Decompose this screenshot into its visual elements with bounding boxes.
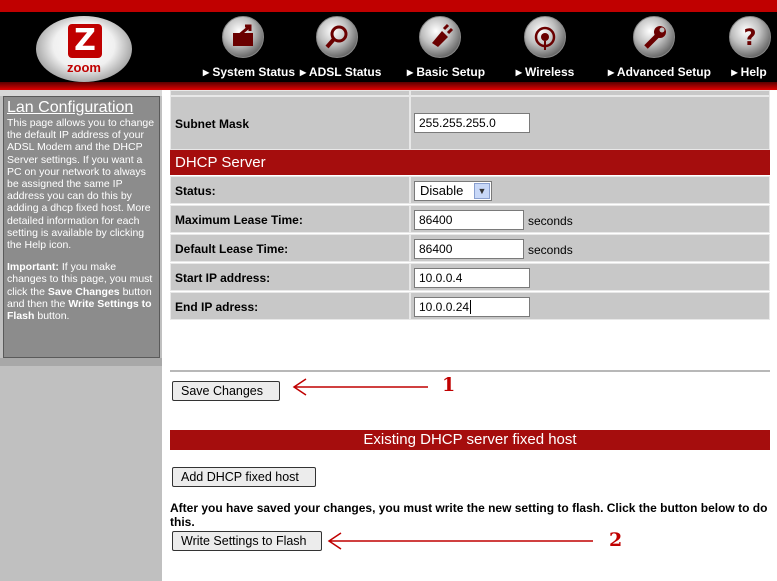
max-lease-label: Maximum Lease Time: — [170, 205, 410, 233]
fixed-host-title: Existing DHCP server fixed host — [363, 431, 577, 448]
status-label: Status: — [170, 176, 410, 204]
start-ip-row: Start IP address: 10.0.0.4 — [170, 263, 770, 292]
logo-letter: Z — [68, 24, 102, 58]
status-row: Status: Disable ▼ — [170, 176, 770, 205]
nav-label: ▸ System Status — [203, 65, 296, 79]
max-lease-row: Maximum Lease Time: 86400 seconds — [170, 205, 770, 234]
annotation-marker-1: 1 — [442, 374, 456, 396]
nav-help[interactable]: ? ▸ Help — [729, 16, 771, 80]
folder-arrow-icon — [222, 16, 264, 58]
save-changes-button[interactable]: Save Changes — [172, 381, 280, 401]
default-lease-row: Default Lease Time: 86400 seconds — [170, 234, 770, 263]
end-ip-row: End IP adress: 10.0.0.24 — [170, 292, 770, 321]
subnet-mask-input[interactable]: 255.255.255.0 — [414, 113, 530, 133]
nav-wireless[interactable]: ▸ Wireless — [513, 16, 577, 80]
question-icon: ? — [729, 16, 771, 58]
magnifier-icon — [316, 16, 358, 58]
logo-text: zoom — [67, 60, 101, 75]
subnet-mask-row: Subnet Mask 255.255.255.0 — [170, 96, 770, 150]
nav-system-status[interactable]: ▸ System Status — [203, 16, 296, 80]
text-cursor — [470, 300, 472, 314]
important-text: button. — [34, 310, 70, 323]
end-ip-value: 10.0.0.24 — [419, 300, 470, 314]
status-value: Disable — [420, 183, 464, 198]
important-label: Important: — [7, 261, 59, 274]
nav-advanced-setup[interactable]: ▸ Advanced Setup — [608, 16, 711, 80]
wireless-icon — [524, 16, 566, 58]
annotation-marker-2: 2 — [609, 529, 623, 551]
nav-label: ▸ Basic Setup — [407, 65, 486, 79]
nav-label: ▸ ADSL Status — [300, 65, 382, 79]
divider — [170, 370, 770, 372]
sidebar-intro: This page allows you to change the defau… — [7, 117, 155, 252]
nav-label: ▸ Advanced Setup — [608, 65, 711, 79]
max-lease-input[interactable]: 86400 — [414, 210, 524, 230]
sidebar-help-panel: Lan Configuration This page allows you t… — [3, 96, 160, 358]
sidebar-title: Lan Configuration — [7, 99, 134, 116]
start-ip-input[interactable]: 10.0.0.4 — [414, 268, 530, 288]
fixed-host-header: Existing DHCP server fixed host — [170, 430, 770, 450]
svg-text:?: ? — [744, 26, 757, 51]
save-changes-ref: Save Changes — [47, 285, 120, 298]
add-fixed-host-button[interactable]: Add DHCP fixed host — [172, 467, 316, 487]
main-content: Subnet Mask 255.255.255.0 DHCP Server St… — [162, 90, 777, 581]
default-lease-input[interactable]: 86400 — [414, 239, 524, 259]
sidebar-bottom-strip — [0, 358, 162, 366]
seconds-unit: seconds — [528, 243, 573, 257]
nav-label: ▸ Wireless — [515, 65, 575, 79]
subnet-mask-cell: 255.255.255.0 — [410, 96, 770, 150]
top-nav-bar: Z zoom ▸ System Status ▸ ADSL Status ▸ B… — [0, 0, 777, 90]
default-lease-label: Default Lease Time: — [170, 234, 410, 262]
end-ip-input[interactable]: 10.0.0.24 — [414, 297, 530, 317]
nav-basic-setup[interactable]: ▸ Basic Setup — [407, 16, 486, 80]
top-red-strip — [0, 0, 777, 12]
write-flash-button[interactable]: Write Settings to Flash — [172, 531, 322, 551]
top-red-gradient — [0, 82, 777, 90]
plug-icon — [419, 16, 461, 58]
wrench-icon — [633, 16, 675, 58]
dhcp-server-title: DHCP Server — [175, 154, 266, 171]
nav-label: ▸ Help — [731, 65, 767, 79]
status-select[interactable]: Disable ▼ — [414, 181, 492, 201]
seconds-unit: seconds — [528, 214, 573, 228]
zoom-logo[interactable]: Z zoom — [36, 16, 132, 82]
sidebar-important: Important: If you make changes to this p… — [7, 261, 156, 322]
flash-note: After you have saved your changes, you m… — [170, 501, 768, 529]
dhcp-server-header: DHCP Server — [170, 150, 770, 175]
annotation-arrow-1 — [292, 378, 428, 396]
subnet-mask-label: Subnet Mask — [170, 96, 410, 150]
annotation-arrow-2 — [327, 532, 593, 550]
nav-adsl-status[interactable]: ▸ ADSL Status — [300, 16, 382, 80]
end-ip-label: End IP adress: — [170, 292, 410, 320]
chevron-down-icon[interactable]: ▼ — [474, 183, 490, 199]
start-ip-label: Start IP address: — [170, 263, 410, 291]
